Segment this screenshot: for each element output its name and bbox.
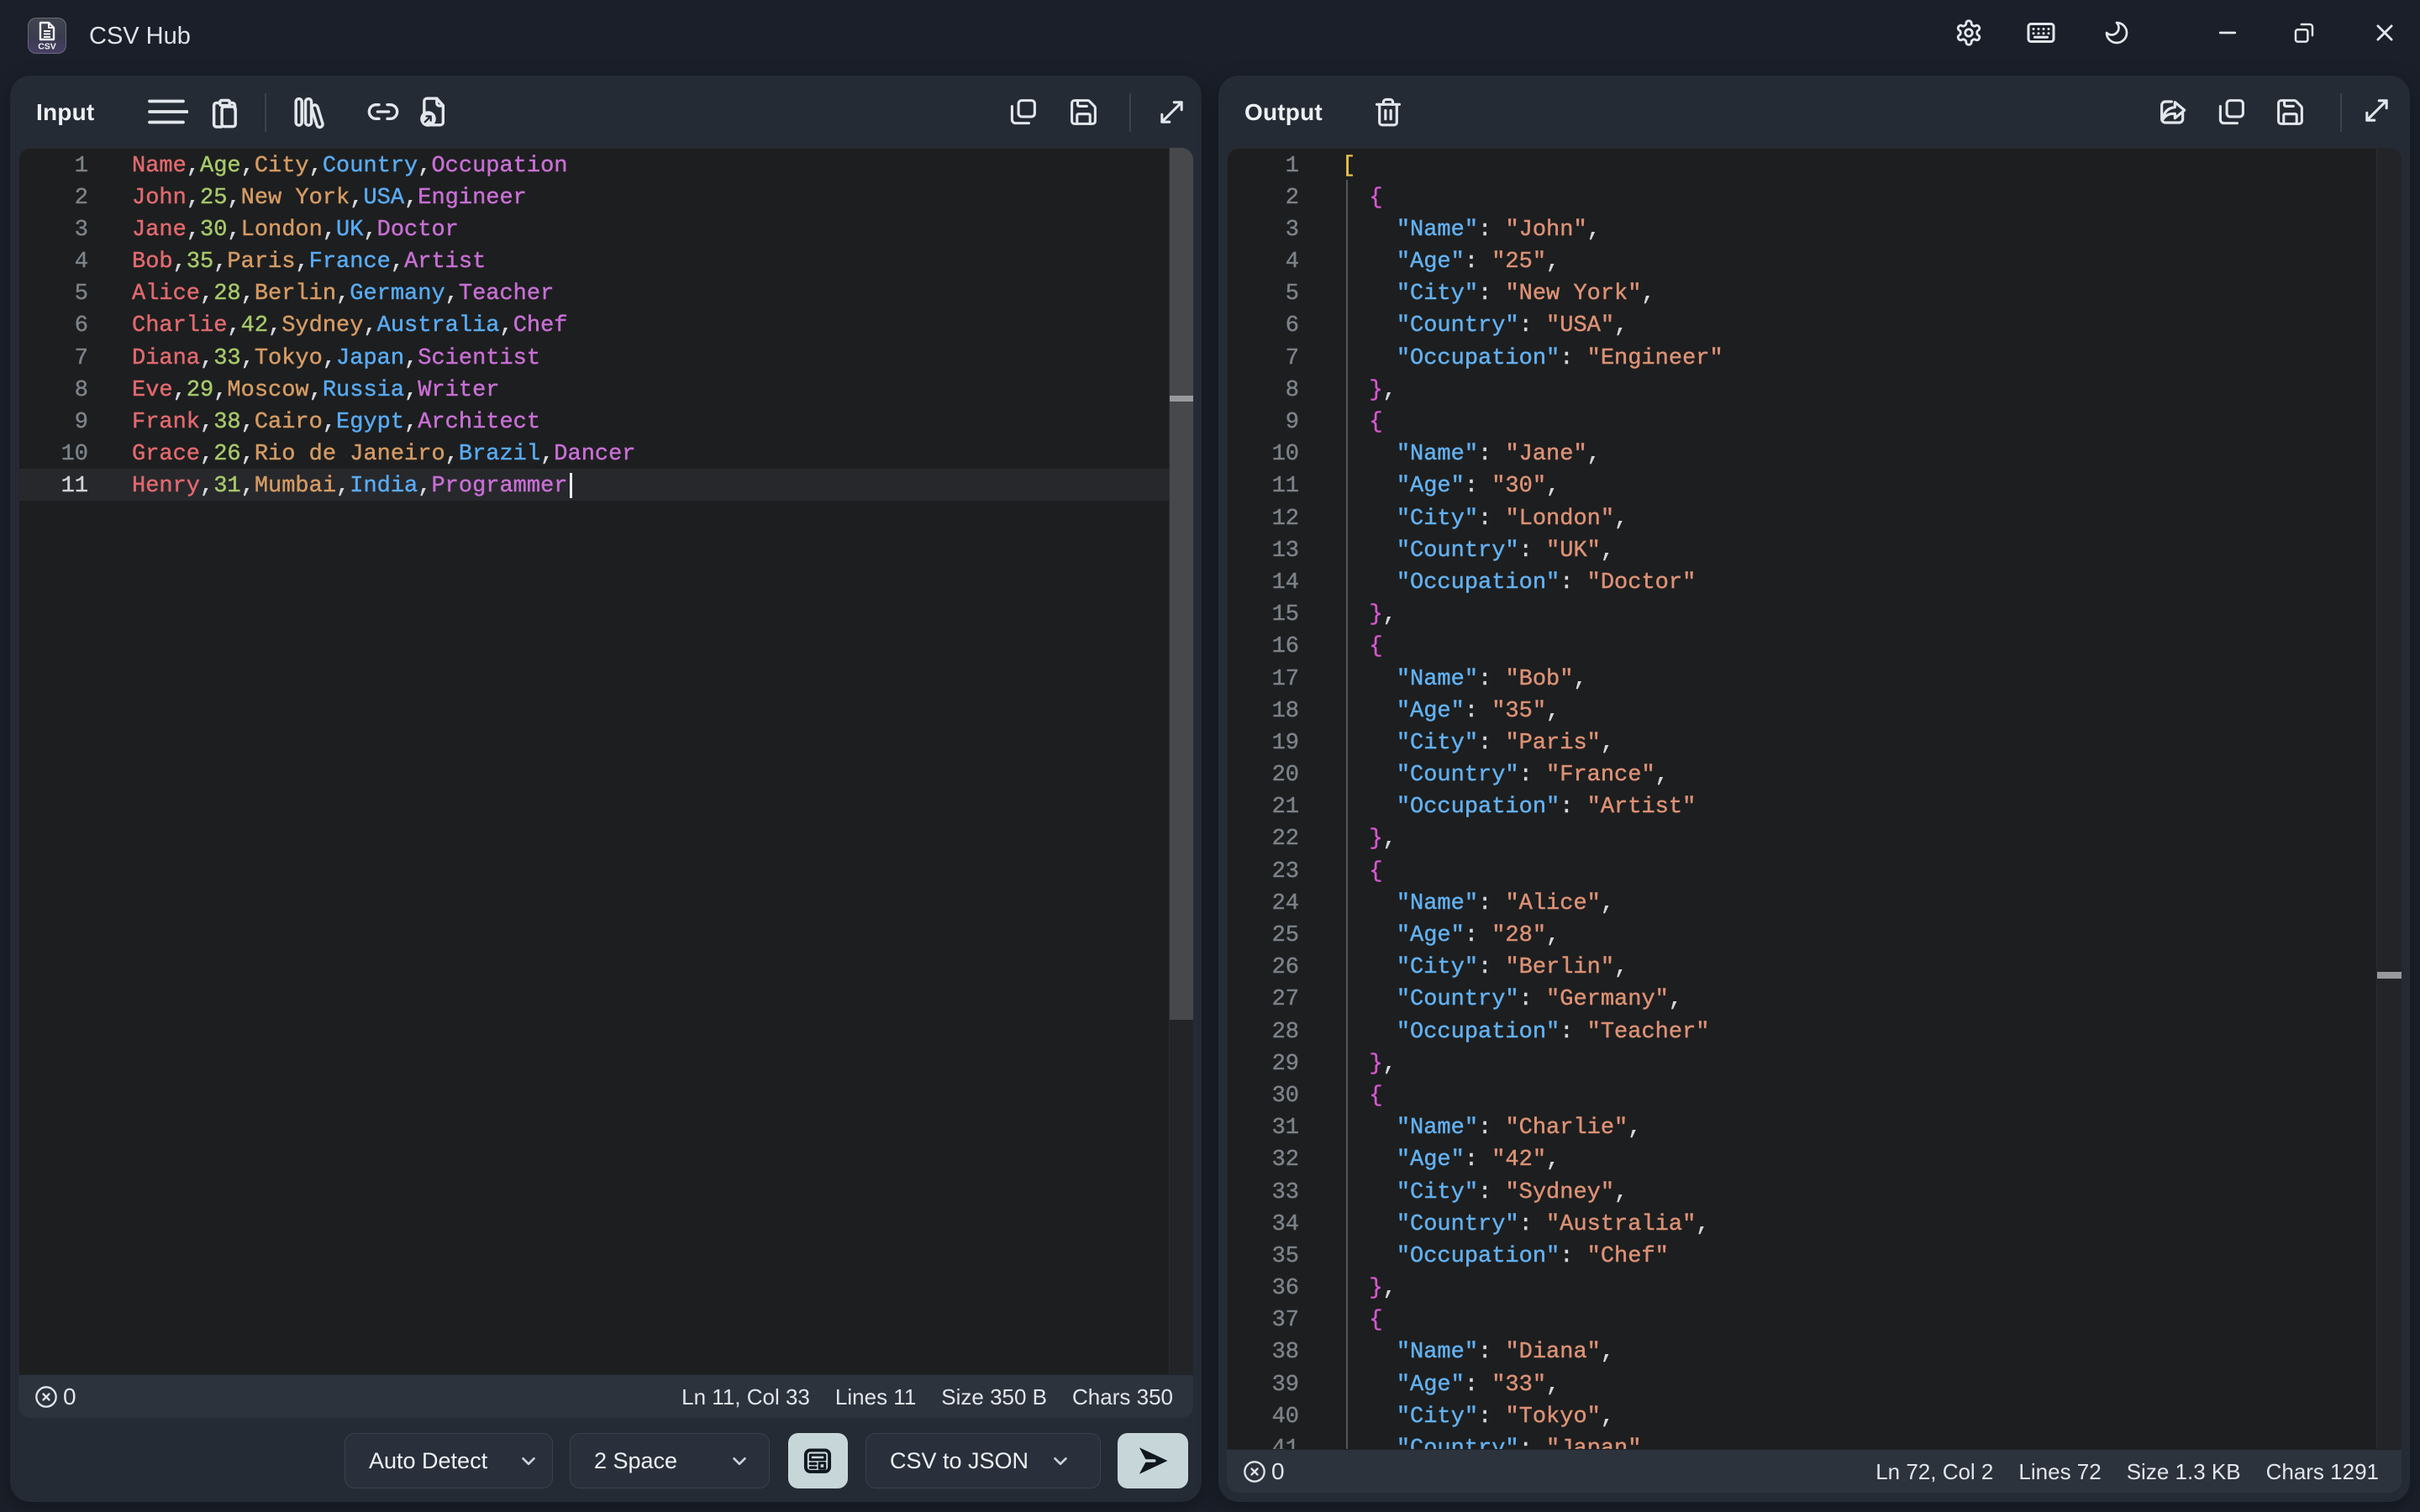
- svg-text:CSV: CSV: [38, 42, 56, 52]
